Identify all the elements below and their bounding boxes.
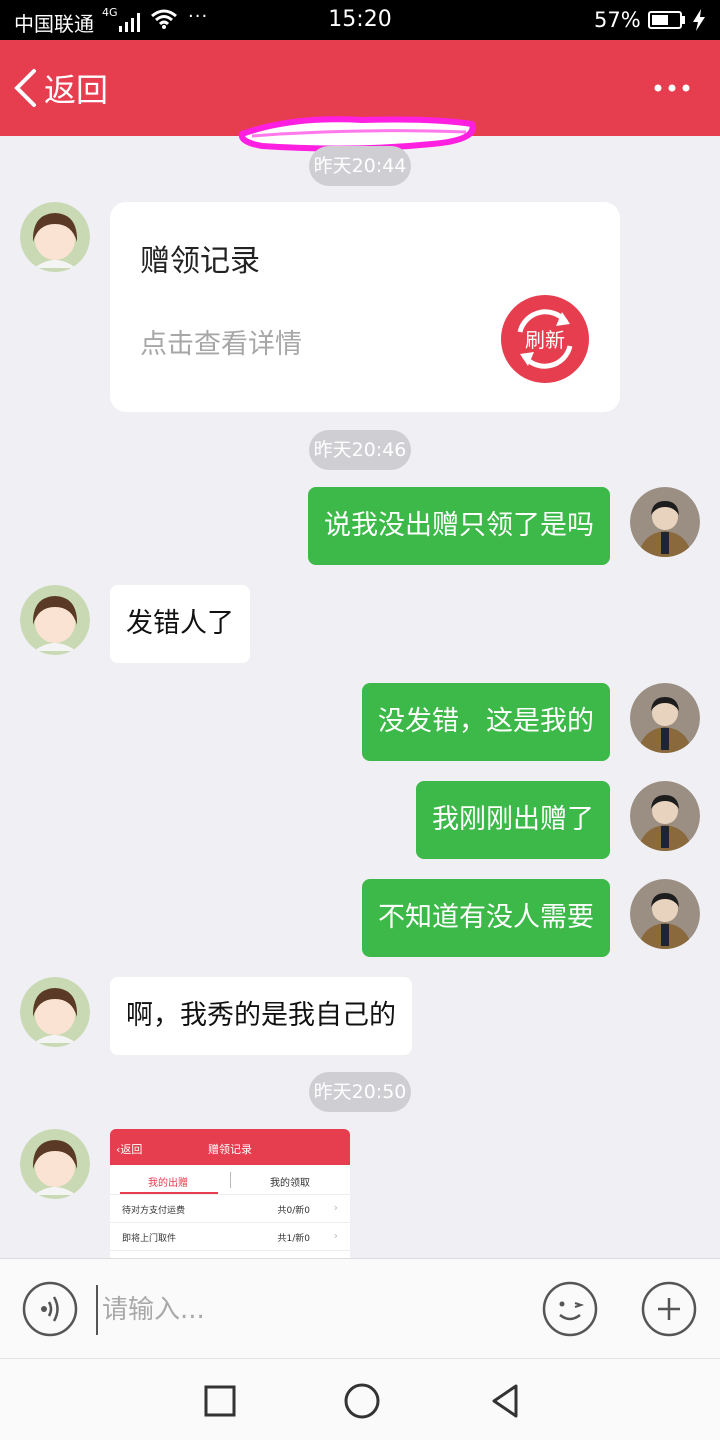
avatar-other[interactable]	[20, 202, 90, 272]
message-bubble-outgoing[interactable]: 没发错，这是我的	[362, 683, 610, 761]
more-options-icon[interactable]	[652, 80, 692, 96]
message-bubble-incoming[interactable]: 发错人了	[110, 585, 250, 663]
battery-icon	[648, 11, 685, 29]
chevron-right-icon: ›	[333, 1201, 338, 1214]
refresh-label: 刷新	[525, 328, 565, 352]
square-icon	[204, 1385, 236, 1417]
back-nav-button[interactable]	[486, 1381, 526, 1421]
gift-record-card[interactable]: 赠领记录 点击查看详情 刷新	[110, 202, 620, 412]
image-title: 赠领记录	[208, 1143, 252, 1156]
battery-percent: 57%	[594, 8, 641, 32]
message-bubble-outgoing[interactable]: 我刚刚出赠了	[416, 781, 610, 859]
card-title: 赠领记录	[140, 244, 260, 279]
avatar-other[interactable]	[20, 977, 90, 1047]
system-nav-bar	[0, 1358, 720, 1440]
input-bar	[0, 1258, 720, 1358]
timestamp: 昨天20:50	[309, 1072, 411, 1112]
voice-icon	[22, 1281, 78, 1337]
refresh-icon: 刷新	[501, 295, 589, 383]
timestamp: 昨天20:46	[309, 430, 411, 470]
plus-icon	[641, 1281, 697, 1337]
emoji-icon	[542, 1281, 598, 1337]
charging-icon	[693, 9, 705, 31]
circle-icon	[344, 1383, 380, 1419]
plus-button[interactable]	[641, 1281, 697, 1337]
back-button[interactable]: 返回	[12, 64, 108, 112]
message-bubble-outgoing[interactable]: 不知道有没人需要	[362, 879, 610, 957]
avatar-me[interactable]	[630, 487, 700, 557]
image-tab: 我的领取	[270, 1178, 310, 1189]
avatar-me[interactable]	[630, 683, 700, 753]
avatar-other[interactable]	[20, 585, 90, 655]
image-row: 待对方支付运费 共0/新0 ›	[110, 1195, 350, 1223]
card-subtitle: 点击查看详情	[140, 329, 302, 360]
recent-apps-button[interactable]	[200, 1381, 240, 1421]
image-tab: 我的出赠	[148, 1178, 188, 1189]
avatar-me[interactable]	[630, 879, 700, 949]
message-input[interactable]	[96, 1285, 516, 1335]
nav-bar: 返回	[0, 40, 720, 152]
image-tabs: 我的出赠 我的领取	[110, 1165, 350, 1195]
back-label: 返回	[44, 71, 109, 109]
timestamp: 昨天20:44	[309, 146, 411, 186]
emoji-button[interactable]	[542, 1281, 598, 1337]
home-button[interactable]	[342, 1381, 382, 1421]
image-header: ‹返回 赠领记录	[110, 1129, 350, 1165]
chat-area[interactable]: 昨天20:44 赠领记录 点击查看详情 刷新 昨天20:46 说我没出赠只领了是…	[0, 136, 720, 1258]
voice-button[interactable]	[22, 1281, 78, 1337]
avatar-other[interactable]	[20, 1129, 90, 1199]
status-bar: 中国联通 4G ··· 15:20 57%	[0, 0, 720, 40]
message-bubble-incoming[interactable]: 啊，我秀的是我自己的	[110, 977, 412, 1055]
chevron-left-icon	[14, 69, 36, 107]
image-message[interactable]: ‹返回 赠领记录 我的出赠 我的领取 待对方支付运费 共0/新0 › 即将上门取…	[110, 1129, 350, 1258]
image-row: 即将上门取件 共1/新0 ›	[110, 1223, 350, 1251]
message-bubble-outgoing[interactable]: 说我没出赠只领了是吗	[308, 487, 610, 565]
triangle-back-icon	[492, 1384, 518, 1418]
avatar-me[interactable]	[630, 781, 700, 851]
chevron-right-icon: ›	[333, 1229, 338, 1242]
